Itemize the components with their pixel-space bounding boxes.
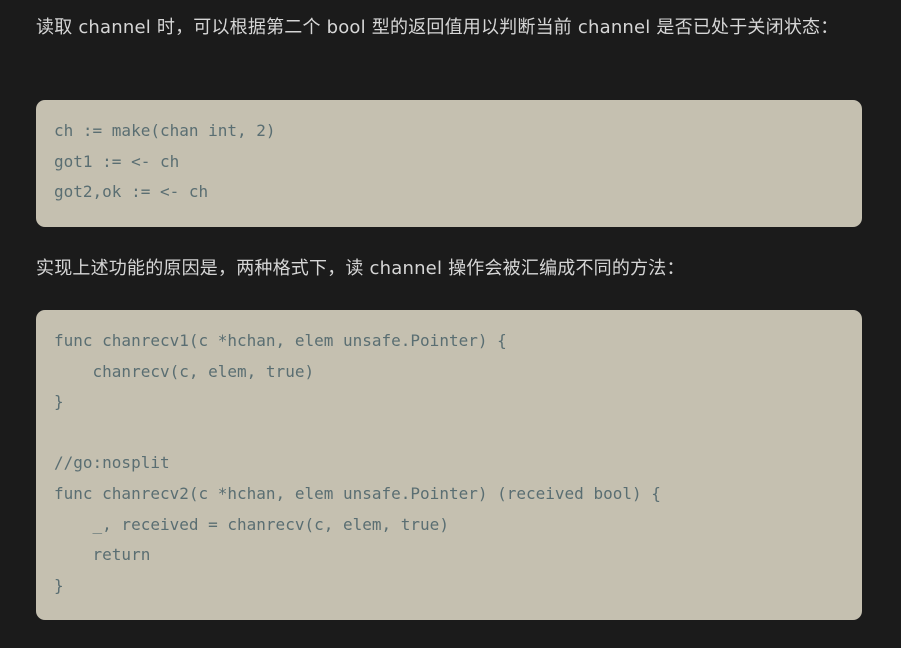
code-line: return (54, 545, 151, 565)
code-line: got1 := <- ch (54, 151, 180, 171)
code-line: } (54, 392, 64, 412)
explain-paragraph: 实现上述功能的原因是，两种格式下，读 channel 操作会被汇编成不同的方法： (36, 258, 685, 279)
code-block-chanrecv: func chanrecv1(c *hchan, elem unsafe.Poi… (36, 310, 862, 620)
intro-paragraph: 读取 channel 时，可以根据第二个 bool 型的返回值用以判断当前 ch… (36, 17, 839, 38)
code-line: chanrecv(c, elem, true) (54, 361, 315, 381)
code-line: got2,ok := <- ch (54, 182, 209, 202)
code-line: func chanrecv2(c *hchan, elem unsafe.Poi… (54, 483, 661, 503)
code-line: func chanrecv1(c *hchan, elem unsafe.Poi… (54, 331, 507, 350)
code-line: } (54, 575, 64, 595)
code-line: //go:nosplit (54, 453, 170, 473)
code-line: _, received = chanrecv(c, elem, true) (54, 514, 449, 534)
code-block-channel-read: ch := make(chan int, 2) got1 := <- ch go… (36, 100, 862, 227)
code-line: ch := make(chan int, 2) (54, 121, 276, 140)
